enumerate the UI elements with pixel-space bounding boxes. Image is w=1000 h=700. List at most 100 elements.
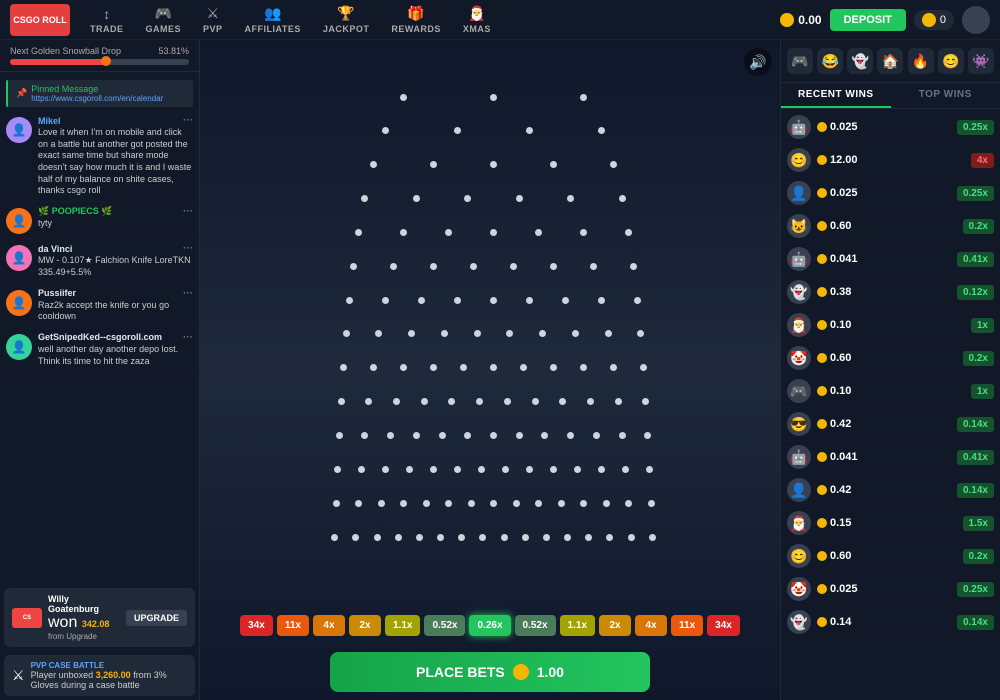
peg bbox=[637, 330, 644, 337]
win-multiplier: 0.2x bbox=[963, 549, 994, 564]
nav-item-jackpot[interactable]: 🏆JACKPOT bbox=[313, 5, 380, 34]
peg bbox=[460, 364, 467, 371]
chat-text: tyty bbox=[38, 218, 193, 230]
pvp-text: Player unboxed 3,260.00 from 3% Gloves d… bbox=[31, 670, 187, 690]
tab-recent-wins[interactable]: RECENT WINS bbox=[781, 83, 891, 108]
peg bbox=[408, 330, 415, 337]
chat-more-btn[interactable]: ··· bbox=[183, 115, 193, 126]
multiplier-0.52x[interactable]: 0.52x bbox=[424, 615, 465, 636]
main-layout: Next Golden Snowball Drop 53.81% 📌 Pinne… bbox=[0, 40, 1000, 700]
peg bbox=[490, 500, 497, 507]
chat-more-btn[interactable]: ··· bbox=[183, 243, 193, 254]
multiplier-2x[interactable]: 2x bbox=[599, 615, 631, 636]
win-multiplier: 0.41x bbox=[957, 450, 994, 465]
header: CSGO ROLL ↕TRADE🎮GAMES⚔PVP👥AFFILIATES🏆JA… bbox=[0, 0, 1000, 40]
peg bbox=[365, 398, 372, 405]
avatar[interactable] bbox=[962, 6, 990, 34]
multiplier-11x[interactable]: 11x bbox=[277, 615, 309, 636]
peg bbox=[334, 466, 341, 473]
peg bbox=[640, 364, 647, 371]
win-row: 🎅 0.10 1x bbox=[781, 309, 1000, 342]
multiplier-34x[interactable]: 34x bbox=[240, 615, 273, 636]
emoji-btn-👻[interactable]: 👻 bbox=[847, 48, 873, 74]
win-amount: 0.041 bbox=[817, 451, 951, 463]
win-avatar: 😊 bbox=[787, 148, 811, 172]
multiplier-1.1x[interactable]: 1.1x bbox=[560, 615, 595, 636]
multiplier-0.26x[interactable]: 0.26x bbox=[469, 615, 510, 636]
tab-top-wins[interactable]: TOP WINS bbox=[891, 83, 1000, 108]
chat-more-btn[interactable]: ··· bbox=[183, 288, 193, 299]
peg bbox=[634, 297, 641, 304]
chat-more-btn[interactable]: ··· bbox=[183, 206, 193, 217]
peg bbox=[506, 330, 513, 337]
peg bbox=[526, 297, 533, 304]
peg bbox=[336, 432, 343, 439]
win-row: 😎 0.42 0.14x bbox=[781, 408, 1000, 441]
peg bbox=[543, 534, 550, 541]
nav-item-xmas[interactable]: 🎅XMAS bbox=[453, 5, 501, 34]
peg bbox=[510, 263, 517, 270]
peg bbox=[502, 466, 509, 473]
emoji-btn-😊[interactable]: 😊 bbox=[938, 48, 964, 74]
place-bets-button[interactable]: PLACE BETS 1.00 bbox=[330, 652, 650, 692]
chat-more-btn[interactable]: ··· bbox=[183, 332, 193, 343]
multiplier-34x[interactable]: 34x bbox=[707, 615, 740, 636]
win-row: 😊 0.60 0.2x bbox=[781, 540, 1000, 573]
win-avatar: 🤡 bbox=[787, 577, 811, 601]
peg bbox=[585, 534, 592, 541]
chat-content: GetSnipedKed--csgoroll.com ··· well anot… bbox=[38, 332, 193, 367]
multiplier-4x[interactable]: 4x bbox=[635, 615, 667, 636]
pinned-url[interactable]: https://www.csgoroll.com/en/calendar bbox=[31, 94, 163, 103]
nav-item-pvp[interactable]: ⚔PVP bbox=[193, 5, 233, 34]
peg bbox=[490, 297, 497, 304]
nav-item-games[interactable]: 🎮GAMES bbox=[136, 5, 192, 34]
emoji-btn-🎮[interactable]: 🎮 bbox=[787, 48, 813, 74]
peg bbox=[649, 534, 656, 541]
peg bbox=[470, 263, 477, 270]
peg bbox=[355, 500, 362, 507]
win-row: 🤡 0.025 0.25x bbox=[781, 573, 1000, 606]
chat-messages: 📌 Pinned Message https://www.csgoroll.co… bbox=[0, 72, 199, 584]
upgrade-logo: CS bbox=[12, 608, 42, 628]
chat-entry: 👤 Mikel ··· Love it when I'm on mobile a… bbox=[0, 111, 199, 202]
upgrade-button[interactable]: UPGRADE bbox=[126, 610, 187, 626]
nav-item-affiliates[interactable]: 👥AFFILIATES bbox=[235, 5, 311, 34]
emoji-btn-👾[interactable]: 👾 bbox=[968, 48, 994, 74]
win-value: 0.42 bbox=[830, 484, 851, 496]
peg bbox=[439, 432, 446, 439]
peg bbox=[593, 432, 600, 439]
multiplier-4x[interactable]: 4x bbox=[313, 615, 345, 636]
win-amount: 12.00 bbox=[817, 154, 965, 166]
deposit-button[interactable]: DEPOSIT bbox=[830, 9, 906, 31]
peg bbox=[535, 500, 542, 507]
multiplier-11x[interactable]: 11x bbox=[671, 615, 703, 636]
win-amount: 0.60 bbox=[817, 352, 957, 364]
emoji-btn-😂[interactable]: 😂 bbox=[817, 48, 843, 74]
win-amount: 0.10 bbox=[817, 319, 965, 331]
chat-username: 🌿 POOPIECS 🌿 ··· bbox=[38, 206, 193, 217]
peg bbox=[370, 364, 377, 371]
win-coin-icon bbox=[817, 122, 827, 132]
notif-count: 0 bbox=[940, 14, 946, 26]
win-amount: 0.15 bbox=[817, 517, 957, 529]
peg bbox=[490, 364, 497, 371]
emoji-btn-🏠[interactable]: 🏠 bbox=[877, 48, 903, 74]
notifications-badge[interactable]: 0 bbox=[914, 10, 954, 30]
multiplier-2x[interactable]: 2x bbox=[349, 615, 381, 636]
peg bbox=[580, 364, 587, 371]
win-row: 👤 0.025 0.25x bbox=[781, 177, 1000, 210]
nav-item-rewards[interactable]: 🎁REWARDS bbox=[381, 5, 451, 34]
win-avatar: 😎 bbox=[787, 412, 811, 436]
peg bbox=[522, 534, 529, 541]
progress-marker bbox=[101, 56, 111, 66]
logo[interactable]: CSGO ROLL bbox=[10, 4, 70, 36]
peg bbox=[375, 330, 382, 337]
multiplier-0.52x[interactable]: 0.52x bbox=[515, 615, 556, 636]
upgrade-widget: CS Willy Goatenburg won 342.08 from Upgr… bbox=[4, 588, 195, 647]
emoji-btn-🔥[interactable]: 🔥 bbox=[908, 48, 934, 74]
peg bbox=[382, 466, 389, 473]
win-multiplier: 0.25x bbox=[957, 582, 994, 597]
peg bbox=[504, 398, 511, 405]
nav-item-trade[interactable]: ↕TRADE bbox=[80, 6, 134, 34]
multiplier-1.1x[interactable]: 1.1x bbox=[385, 615, 420, 636]
